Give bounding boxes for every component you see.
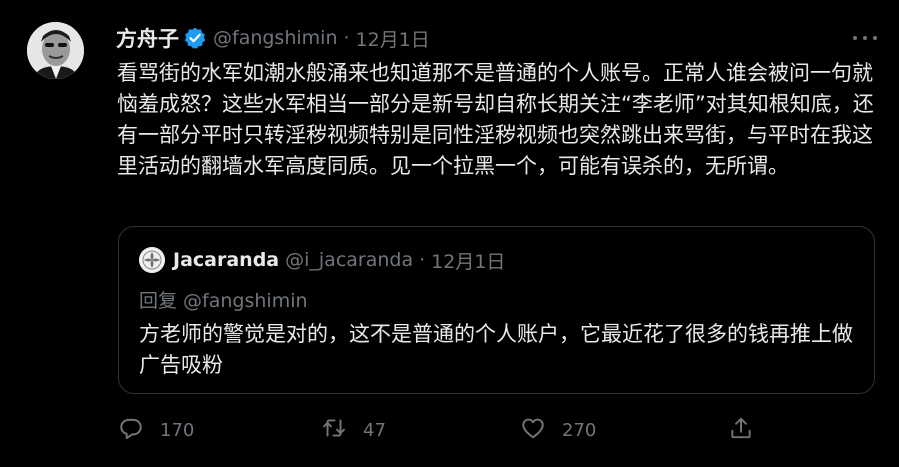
quoted-tweet-text: 方老师的警觉是对的，这不是普通的个人账户，它最近花了很多的钱再推上做广告吸粉 [139, 322, 853, 377]
verified-badge-icon [183, 26, 207, 50]
like-count: 270 [562, 419, 597, 441]
quoted-author-handle[interactable]: @i_jacaranda [285, 249, 413, 271]
share-button[interactable] [728, 414, 754, 446]
quoted-tweet-header: Jacaranda @i_jacaranda · 12月1日 [139, 247, 505, 273]
reply-count: 170 [160, 419, 195, 441]
author-avatar-image [27, 22, 84, 79]
retweet-button[interactable]: 47 [321, 414, 386, 446]
tweet-actions: 170 47 270 [118, 414, 758, 446]
tweet-header: 方舟子 @fangshimin · 12月1日 [116, 24, 430, 52]
quoted-reply-to[interactable]: 回复 @fangshimin [139, 286, 308, 313]
reply-icon [118, 415, 144, 446]
quoted-tweet-date[interactable]: 12月1日 [431, 247, 505, 274]
reply-button[interactable]: 170 [118, 414, 194, 446]
like-button[interactable]: 270 [520, 414, 596, 446]
share-icon [728, 415, 754, 446]
separator-dot: · [343, 27, 350, 49]
like-icon [520, 415, 546, 446]
more-icon[interactable] [853, 28, 877, 48]
tweet-date[interactable]: 12月1日 [356, 25, 430, 52]
tweet-text: 看骂街的水军如潮水般涌来也知道那不是普通的个人账号。正常人谁会被问一句就恼羞成怒… [117, 61, 874, 178]
author-handle[interactable]: @fangshimin [213, 27, 337, 49]
retweet-icon [321, 415, 347, 446]
author-avatar[interactable] [27, 22, 84, 79]
quoted-author-name[interactable]: Jacaranda [173, 249, 279, 271]
author-name[interactable]: 方舟子 [116, 23, 179, 53]
quoted-tweet[interactable]: Jacaranda @i_jacaranda · 12月1日 回复 @fangs… [118, 226, 875, 394]
quoted-separator-dot: · [419, 249, 426, 271]
quoted-author-avatar[interactable] [139, 247, 165, 273]
tweet[interactable]: 方舟子 @fangshimin · 12月1日 看骂街的水军如潮水般涌来也知道那… [0, 0, 899, 467]
retweet-count: 47 [363, 419, 386, 441]
